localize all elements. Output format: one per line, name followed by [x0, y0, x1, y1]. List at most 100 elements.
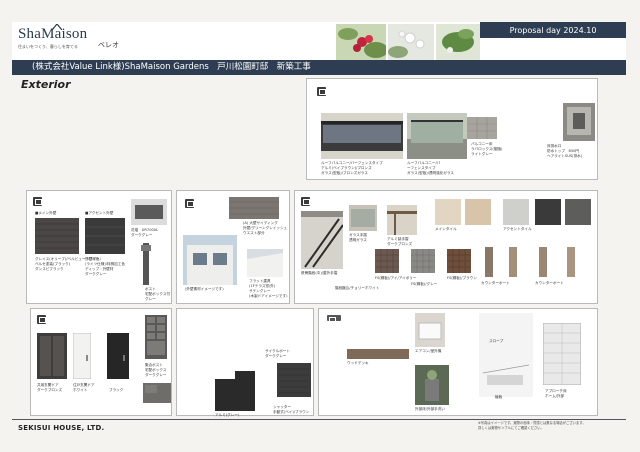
- logo-tagline: 住まいをつくり、暮らしを育てる: [18, 44, 78, 49]
- stairs-panel: ガラス手摺 透明ガラス アルミ製手摺 ダークブロンズ 鉄骨階段(中)/屋外手摺 …: [294, 190, 598, 304]
- black-wall-photo: [215, 371, 255, 411]
- gate-panel: (A) 大壁サイディング 外壁/グリーングレイッシュ ウエスト部分 (外壁素材イ…: [176, 190, 290, 304]
- main-wall-swatch: [35, 218, 79, 254]
- garden-caption-1: ウッドデッキ: [347, 361, 369, 365]
- tile-swatch-1: [435, 199, 461, 225]
- stairs-caption-3: 透明ガラス: [349, 238, 367, 242]
- leaf-photo: [436, 24, 480, 60]
- berry-photo: [336, 24, 386, 60]
- balcony-caption-8: ラバロックス(樹脂): [471, 147, 503, 151]
- wall-caption-4: 外壁材色: [85, 257, 100, 261]
- floor-swatch-2: [411, 249, 435, 273]
- wall-badge-icon: [33, 197, 42, 206]
- stairs-caption-7: FS(鋼板)/アイ/アイボリー: [375, 276, 417, 280]
- gate-caption-2: 外壁/グリーングレイッシュ: [243, 226, 288, 230]
- approach-floor-photo: [543, 323, 581, 385]
- main-wall-label: ■メイン外壁: [35, 211, 57, 215]
- wood-deck-swatch: [347, 349, 409, 359]
- window-photo: [247, 249, 283, 277]
- balcony-floor-tile-swatch: [467, 117, 497, 139]
- gate-badge-icon: [185, 199, 194, 208]
- drain-photo: [563, 103, 595, 141]
- footer-rule: [12, 419, 626, 420]
- balcony-caption-3: ガラス(型板)/ブロンズガラス: [321, 171, 368, 175]
- balcony-caption-10: 床排水口: [547, 144, 562, 148]
- gate-caption-6: (1Fテラス窓/外): [249, 284, 276, 288]
- plank-swatch-1: [485, 247, 493, 277]
- stairs-caption-8: FS(鋼板)/グレー: [411, 282, 438, 286]
- stairs-caption-6: 階段蹴込/チョリーホワイト: [335, 286, 380, 290]
- balcony-caption-5: ーフェンスタイプ: [407, 166, 436, 170]
- stairs-caption-5: ダークブロンズ: [387, 242, 413, 246]
- entrance-badge-icon: [37, 315, 46, 324]
- entrance-caption-5: ブラック: [109, 388, 124, 392]
- glass-railing-photo: [349, 205, 377, 231]
- bike-caption-3: 手動式(ベイ)/ブラウン: [273, 410, 310, 414]
- stairs-caption-13: カウンターポート: [535, 281, 564, 285]
- accent-wall-swatch: [85, 218, 125, 254]
- entrance-caption-8: ダークグレー: [145, 373, 167, 377]
- garden-caption-7: ホーム/外部: [545, 394, 565, 398]
- gate-caption-4: (外壁素材イメージです): [185, 287, 224, 291]
- bike-caption-5: ダークグレー: [265, 354, 287, 358]
- common-door-photo: [37, 333, 67, 379]
- balcony-caption-2: アルミ(ベイブラウン)/ブロンズ: [321, 166, 372, 170]
- gate-caption-8: (木製ドアイメージです): [249, 294, 288, 298]
- roof-balcony-photo: [321, 113, 403, 159]
- garden-badge-icon: [327, 315, 341, 323]
- aluminum-railing-photo: [387, 205, 417, 235]
- bike-caption-4: サイクルポート: [265, 349, 290, 353]
- wall-caption-6: ディップ・外壁材: [85, 267, 114, 271]
- wall-caption-2: ベルセ塗装(ブラック): [35, 262, 71, 266]
- balcony-glass-photo: [407, 113, 467, 159]
- stairs-caption-4: アルミ製手摺: [387, 237, 409, 241]
- disclaimer-line-1: ※写真はイメージです。実際の色味・質感とは異なる場合がございます。: [478, 421, 586, 425]
- house-facade-photo: [183, 235, 237, 285]
- gate-caption-3: ウエスト部分: [243, 231, 265, 235]
- accent-wall-label: ■アクセント外壁: [85, 211, 114, 215]
- wall-caption-10: ポスト: [145, 287, 156, 291]
- floor-swatch-3: [447, 249, 471, 273]
- wall-caption-5: (ライツ仕様)/特殊加工色: [85, 262, 125, 266]
- wall-caption-11: 宅配ボックス付: [145, 292, 171, 296]
- gate-caption-1: (A) 大壁サイディング: [243, 221, 278, 225]
- ac-unit-photo: [415, 313, 445, 347]
- entrance-caption-2: ダークブロンズ: [37, 388, 63, 392]
- wall-caption-3: ダンスピブラック: [35, 267, 64, 271]
- stairs-caption-2: ガラス手摺: [349, 233, 367, 237]
- garden-panel: ウッドデッキ エアコン/室外機 外部床/外部手洗い スロープ 植栽 アプローチ床…: [318, 308, 598, 416]
- section-title: Exterior: [21, 78, 71, 91]
- stairs-caption-10: メインタイル: [435, 227, 457, 231]
- balcony-panel: ルーフバルコニー/バーフェンスタイプ アルミ(ベイブラウン)/ブロンズ ガラス(…: [306, 78, 598, 180]
- balcony-caption-1: ルーフバルコニー/バーフェンスタイプ: [321, 161, 383, 165]
- entrance-caption-4: ホワイト: [73, 388, 88, 392]
- stairs-caption-11: アクセントタイル: [503, 227, 532, 231]
- shamaison-logo: ShaMaison 住まいをつくり、暮らしを育てる: [18, 24, 96, 49]
- entrance-caption-1: 共用玄関ドア: [37, 383, 59, 387]
- garden-caption-5: 植栽: [495, 395, 503, 399]
- wall-caption-7: ダークグレー: [85, 272, 107, 276]
- wall-caption-8: 花壇 UR7000L: [131, 228, 159, 232]
- shutter-photo: [277, 363, 311, 397]
- stairs-badge-icon: [301, 197, 310, 206]
- proposal-date: Proposal day 2024.10: [480, 22, 626, 38]
- proposal-page: ShaMaison 住まいをつくり、暮らしを育てる ベレオ Proposal d…: [0, 0, 640, 452]
- plank-swatch-2: [509, 247, 517, 277]
- plank-swatch-4: [567, 247, 575, 277]
- post-photo: [141, 243, 151, 285]
- balcony-caption-6: ガラス(型板)/透明強化ガラス: [407, 171, 454, 175]
- slope-sketch: [479, 313, 533, 397]
- brand-sub: ベレオ: [98, 41, 119, 49]
- mailbox-photo: [145, 315, 167, 359]
- stairs-caption-12: カウンターポート: [481, 281, 510, 285]
- gate-caption-5: フラット建具: [249, 279, 271, 283]
- disclaimer-line-2: 詳しくは実物サンプルにてご確認ください。: [478, 426, 544, 430]
- tile-swatch-2: [465, 199, 491, 225]
- company-name: SEKISUI HOUSE, LTD.: [18, 424, 105, 432]
- balcony-caption-12: ヘアライトSUS(排水): [547, 154, 583, 158]
- tile-swatch-5: [565, 199, 591, 225]
- garden-caption-4: スロープ: [489, 339, 504, 343]
- house-roof-icon: [52, 24, 62, 30]
- balcony-caption-9: ライトグレー: [471, 152, 493, 156]
- entrance-caption-7: 宅配ボックス: [145, 368, 167, 372]
